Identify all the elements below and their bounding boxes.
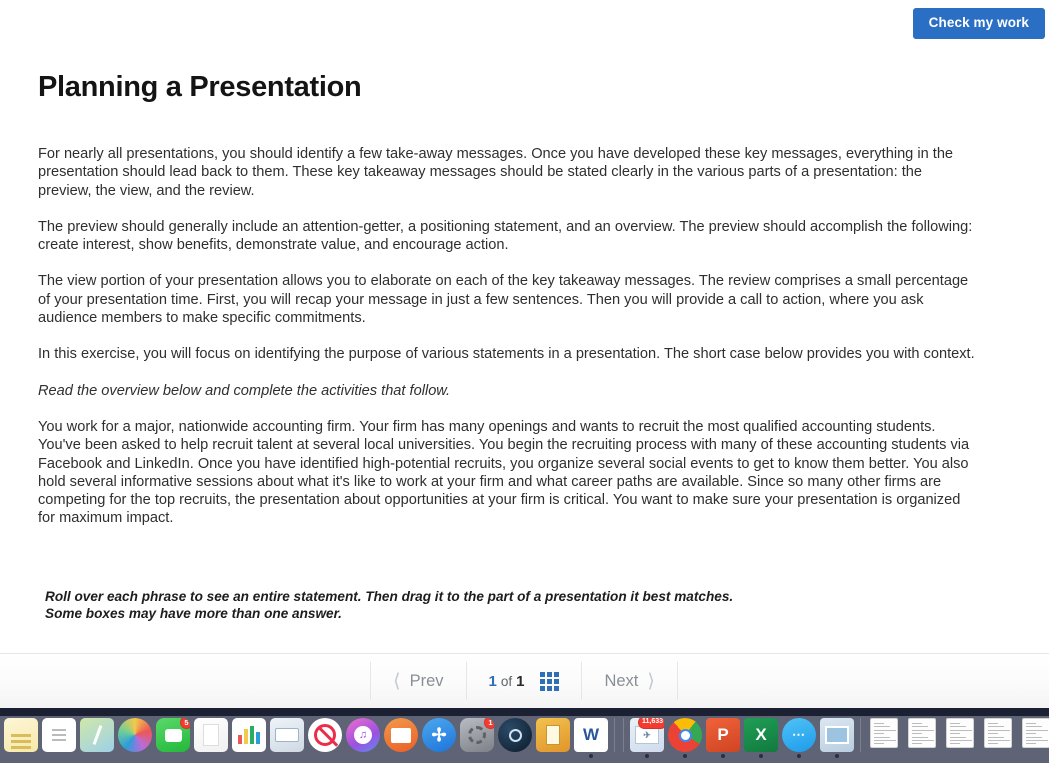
page-of-label: of <box>500 673 513 689</box>
dock-item-numbers[interactable] <box>230 716 268 760</box>
pagination-controls: ⟨ Prev 1 of 1 Next ⟩ <box>370 662 678 700</box>
macos-dock[interactable]: 5 ♫ ✢ 1 W ✈ 11,633 P X ⋯ <box>0 716 1049 763</box>
dock-minimized-window-finder[interactable] <box>903 716 941 760</box>
paragraph-1: For nearly all presentations, you should… <box>38 146 954 199</box>
paragraph-3: The view portion of your presentation al… <box>38 273 969 327</box>
microsoft-powerpoint-icon: P <box>706 718 740 752</box>
dock-item-notes[interactable] <box>2 716 40 760</box>
running-indicator-preview <box>835 754 839 758</box>
next-page-button[interactable]: Next ⟩ <box>581 662 678 700</box>
dock-item-preview[interactable] <box>818 716 856 760</box>
grid-view-icon[interactable] <box>540 671 560 691</box>
dock-item-google-chrome[interactable] <box>666 716 704 760</box>
stuffit-expander-icon <box>536 718 570 752</box>
minimized-window-mail-thumbnail <box>946 718 974 748</box>
dock-separator-0 <box>610 716 619 754</box>
microsoft-word-icon: W <box>574 718 608 752</box>
running-indicator-messages <box>797 754 801 758</box>
dock-item-keynote[interactable] <box>268 716 306 760</box>
running-indicator-microsoft-powerpoint <box>721 754 725 758</box>
paragraph-2: The preview should generally include an … <box>38 218 973 254</box>
dock-item-facetime[interactable]: 5 <box>154 716 192 760</box>
drag-instruction-line-1: Roll over each phrase to see an entire s… <box>45 589 734 604</box>
photos-icon <box>118 718 152 752</box>
dock-item-ibooks[interactable] <box>382 716 420 760</box>
dock-item-news[interactable] <box>306 716 344 760</box>
dock-item-microsoft-powerpoint[interactable]: P <box>704 716 742 760</box>
dock-item-microsoft-word[interactable]: W <box>572 716 610 760</box>
dock-item-mail[interactable]: ✈ 11,633 <box>628 716 666 760</box>
running-indicator-microsoft-word <box>589 754 593 758</box>
next-label: Next <box>604 671 639 690</box>
dock-item-reminders[interactable] <box>40 716 78 760</box>
page-title: Planning a Presentation <box>38 71 362 103</box>
page-indicator: 1 of 1 <box>465 662 583 700</box>
pagination-bar: ⟨ Prev 1 of 1 Next ⟩ <box>0 653 1049 708</box>
desktop-strip <box>0 708 1049 716</box>
dock-item-maps[interactable] <box>78 716 116 760</box>
minimized-window-spreadsheet-thumbnail <box>984 718 1012 748</box>
dock-item-stuffit-expander[interactable] <box>534 716 572 760</box>
dock-minimized-window-other[interactable] <box>1017 716 1049 760</box>
mail-icon: ✈ 11,633 <box>630 718 664 752</box>
overview-instruction: Read the overview below and complete the… <box>38 382 451 399</box>
dock-minimized-window-spreadsheet[interactable] <box>979 716 1017 760</box>
notes-icon <box>4 718 38 752</box>
total-page-number: 1 <box>516 672 525 690</box>
chevron-left-icon: ⟨ <box>393 670 401 692</box>
minimized-window-finder-thumbnail <box>908 718 936 748</box>
article-body: For nearly all presentations, you should… <box>38 145 976 546</box>
dock-minimized-window-document[interactable] <box>865 716 903 760</box>
case-paragraph: You work for a major, nationwide account… <box>38 418 970 527</box>
dock-item-messages[interactable]: ⋯ <box>780 716 818 760</box>
minimized-window-other-thumbnail <box>1022 718 1049 748</box>
drag-instruction: Roll over each phrase to see an entire s… <box>45 588 805 622</box>
ibooks-icon <box>384 718 418 752</box>
minimized-window-document-thumbnail <box>870 718 898 748</box>
check-my-work-button[interactable]: Check my work <box>912 8 1045 39</box>
running-indicator-mail <box>645 754 649 758</box>
dock-badge-mail: 11,633 <box>637 718 664 729</box>
dock-minimized-window-mail[interactable] <box>941 716 979 760</box>
messages-icon: ⋯ <box>782 718 816 752</box>
assignment-content-sheet: Check my work Planning a Presentation Fo… <box>0 0 1049 708</box>
prev-page-button[interactable]: ⟨ Prev <box>370 662 467 700</box>
dock-item-app-store[interactable]: ✢ <box>420 716 458 760</box>
dock-item-pages[interactable] <box>192 716 230 760</box>
facetime-icon: 5 <box>156 718 190 752</box>
dock-item-steam[interactable] <box>496 716 534 760</box>
drag-instruction-line-2: Some boxes may have more than one answer… <box>45 606 342 621</box>
news-icon <box>308 718 342 752</box>
steam-icon <box>498 718 532 752</box>
running-indicator-google-chrome <box>683 754 687 758</box>
dock-item-itunes[interactable]: ♫ <box>344 716 382 760</box>
pages-icon <box>194 718 228 752</box>
microsoft-excel-icon: X <box>744 718 778 752</box>
preview-icon <box>820 718 854 752</box>
chevron-right-icon: ⟩ <box>647 670 655 692</box>
google-chrome-icon <box>668 718 702 752</box>
reminders-icon <box>42 718 76 752</box>
app-store-icon: ✢ <box>422 718 456 752</box>
running-indicator-microsoft-excel <box>759 754 763 758</box>
dock-badge-facetime: 5 <box>179 718 190 730</box>
dock-separator-1 <box>619 716 628 754</box>
dock-item-photos[interactable] <box>116 716 154 760</box>
dock-item-system-preferences[interactable]: 1 <box>458 716 496 760</box>
itunes-icon: ♫ <box>346 718 380 752</box>
paragraph-4: In this exercise, you will focus on iden… <box>38 346 975 363</box>
numbers-icon <box>232 718 266 752</box>
current-page-number: 1 <box>488 672 497 690</box>
dock-badge-system-preferences: 1 <box>483 718 494 730</box>
prev-label: Prev <box>409 671 444 690</box>
system-preferences-icon: 1 <box>460 718 494 752</box>
keynote-icon <box>270 718 304 752</box>
dock-item-microsoft-excel[interactable]: X <box>742 716 780 760</box>
maps-icon <box>80 718 114 752</box>
dock-separator-2 <box>856 716 865 754</box>
